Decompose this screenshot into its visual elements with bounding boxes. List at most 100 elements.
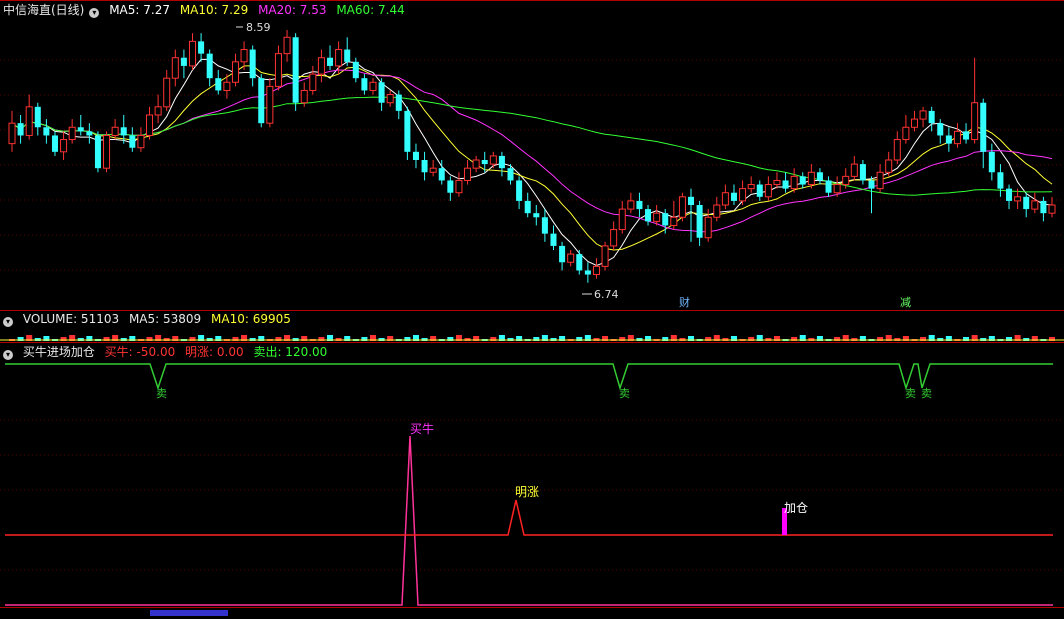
event-tag-finance[interactable]: 财 xyxy=(679,295,690,309)
candle[interactable] xyxy=(188,33,197,70)
candle[interactable] xyxy=(472,155,480,173)
candle[interactable] xyxy=(559,241,566,271)
candle[interactable] xyxy=(274,45,282,91)
candle[interactable] xyxy=(94,131,101,173)
candle[interactable] xyxy=(378,78,385,111)
candle[interactable] xyxy=(215,70,222,95)
candle[interactable] xyxy=(317,49,325,83)
candle[interactable] xyxy=(636,192,643,218)
candle[interactable] xyxy=(825,176,832,197)
candle[interactable] xyxy=(696,200,703,246)
candle[interactable] xyxy=(421,151,428,181)
candle[interactable] xyxy=(524,192,531,218)
candle[interactable] xyxy=(146,106,154,140)
candle[interactable] xyxy=(790,168,798,193)
candle[interactable] xyxy=(850,155,858,181)
candle[interactable] xyxy=(533,205,540,226)
candle[interactable] xyxy=(876,164,884,193)
candle[interactable] xyxy=(163,70,171,111)
candle[interactable] xyxy=(816,168,823,185)
candle[interactable] xyxy=(447,176,454,201)
candle[interactable] xyxy=(592,258,600,279)
candle[interactable] xyxy=(1031,192,1039,214)
stock-title[interactable]: 中信海直(日线) xyxy=(3,3,84,17)
candle[interactable] xyxy=(688,188,695,242)
candle[interactable] xyxy=(309,65,317,95)
chart-canvas[interactable]: 8.59 6.74 财 减 卖 卖 卖 卖 买牛 明涨 加仓 xyxy=(0,0,1064,616)
candle[interactable] xyxy=(645,205,652,226)
candle[interactable] xyxy=(352,57,359,83)
candle[interactable] xyxy=(937,119,944,144)
candle[interactable] xyxy=(369,78,377,95)
candle[interactable] xyxy=(919,106,927,128)
candle[interactable] xyxy=(721,184,729,210)
candle[interactable] xyxy=(516,176,523,210)
candle[interactable] xyxy=(258,74,265,128)
candle[interactable] xyxy=(773,172,781,189)
candle[interactable] xyxy=(567,250,575,267)
candle[interactable] xyxy=(344,37,351,66)
candle[interactable] xyxy=(541,209,548,242)
candle[interactable] xyxy=(653,205,661,226)
candle[interactable] xyxy=(395,90,402,120)
candle[interactable] xyxy=(550,225,557,250)
candle[interactable] xyxy=(111,119,119,140)
candle[interactable] xyxy=(980,98,987,169)
candle[interactable] xyxy=(404,106,411,160)
candle[interactable] xyxy=(1040,196,1047,222)
candle[interactable] xyxy=(17,115,24,144)
panel-menu-icon[interactable]: ▾ xyxy=(89,8,100,18)
candle[interactable] xyxy=(455,172,463,197)
candle[interactable] xyxy=(8,110,16,152)
candle[interactable] xyxy=(670,200,678,230)
candle[interactable] xyxy=(756,180,763,201)
candle[interactable] xyxy=(988,143,995,181)
candle[interactable] xyxy=(902,115,910,144)
candle[interactable] xyxy=(300,82,308,107)
candle[interactable] xyxy=(910,110,918,132)
candle[interactable] xyxy=(481,151,488,173)
candlesticks[interactable] xyxy=(8,29,1056,283)
candle[interactable] xyxy=(129,127,136,152)
candle[interactable] xyxy=(180,49,187,79)
candle[interactable] xyxy=(963,123,970,144)
candle[interactable] xyxy=(678,192,686,222)
candle[interactable] xyxy=(618,200,626,234)
candle[interactable] xyxy=(103,131,111,173)
candle[interactable] xyxy=(893,131,901,165)
candle[interactable] xyxy=(971,57,979,144)
candle[interactable] xyxy=(77,115,84,136)
candle[interactable] xyxy=(997,164,1004,197)
candle[interactable] xyxy=(206,49,213,87)
candle[interactable] xyxy=(86,123,93,144)
candle[interactable] xyxy=(1006,184,1013,210)
candle[interactable] xyxy=(610,221,618,250)
candle[interactable] xyxy=(198,33,205,62)
candle[interactable] xyxy=(764,176,772,201)
indicator-menu-icon[interactable]: ▾ xyxy=(3,350,13,360)
candle[interactable] xyxy=(68,119,76,144)
candle[interactable] xyxy=(51,131,58,156)
event-tag-reduce[interactable]: 减 xyxy=(900,296,911,309)
candle[interactable] xyxy=(868,176,875,214)
candle[interactable] xyxy=(928,106,935,132)
candle[interactable] xyxy=(464,160,472,185)
candle[interactable] xyxy=(498,151,505,177)
candle[interactable] xyxy=(292,33,299,111)
candle[interactable] xyxy=(266,78,274,128)
candle[interactable] xyxy=(335,41,343,75)
candle[interactable] xyxy=(60,131,68,160)
candle[interactable] xyxy=(739,180,747,205)
candle[interactable] xyxy=(859,160,866,185)
indicator-name[interactable]: 买牛进场加仓 xyxy=(23,345,95,359)
candle[interactable] xyxy=(953,123,961,148)
candle[interactable] xyxy=(249,45,256,87)
candle[interactable] xyxy=(154,94,162,124)
candle[interactable] xyxy=(885,151,893,177)
candle[interactable] xyxy=(627,192,635,214)
candle[interactable] xyxy=(137,127,145,152)
candle[interactable] xyxy=(429,160,437,177)
candle[interactable] xyxy=(361,74,368,95)
candle[interactable] xyxy=(576,250,583,275)
candle[interactable] xyxy=(231,53,239,87)
